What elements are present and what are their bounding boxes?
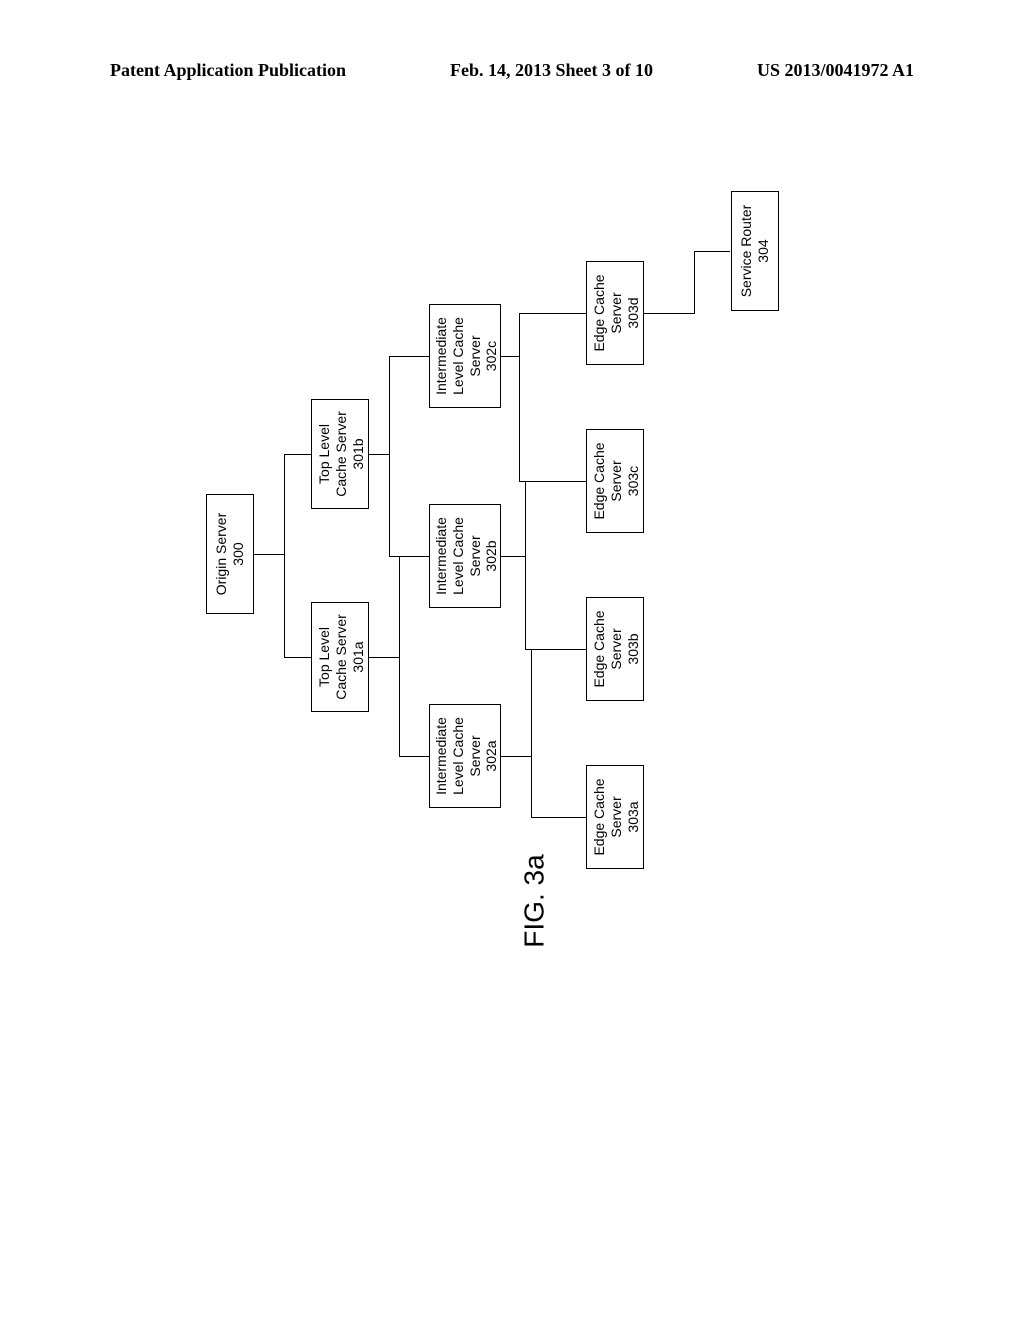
edge-a-l1: Edge Cache	[591, 767, 608, 867]
edge-c-node: Edge Cache Server 303c	[586, 429, 644, 533]
conn	[389, 556, 399, 557]
sr-l2: 304	[755, 194, 772, 308]
sr-l1: Service Router	[738, 194, 755, 308]
conn	[694, 251, 730, 252]
edge-d-l3: 303d	[625, 263, 642, 363]
intermediate-b-node: Intermediate Level Cache Server 302b	[429, 504, 501, 608]
edge-b-l2: Server	[608, 599, 625, 699]
conn	[644, 313, 694, 314]
conn	[501, 756, 531, 757]
top-b-l1: Top Level	[316, 402, 333, 506]
conn	[519, 313, 586, 314]
conn	[519, 313, 520, 482]
mid-b-l2: Level Cache	[450, 506, 467, 606]
conn	[369, 454, 389, 455]
mid-b-l4: 302b	[483, 506, 500, 606]
top-b-l2: Cache Server	[333, 402, 350, 506]
top-a-l3: 301a	[350, 605, 367, 709]
edge-a-l3: 303a	[625, 767, 642, 867]
conn	[389, 356, 390, 557]
intermediate-c-node: Intermediate Level Cache Server 302c	[429, 304, 501, 408]
conn	[531, 649, 532, 818]
origin-l1: Origin Server	[213, 497, 230, 611]
service-router-node: Service Router 304	[731, 191, 779, 311]
edge-d-l2: Server	[608, 263, 625, 363]
mid-a-l3: Server	[467, 706, 484, 806]
top-cache-a-node: Top Level Cache Server 301a	[311, 602, 369, 712]
mid-b-l1: Intermediate	[433, 506, 450, 606]
header-right: US 2013/0041972 A1	[757, 60, 914, 81]
top-b-l3: 301b	[350, 402, 367, 506]
figure-label: FIG. 3a	[519, 854, 551, 947]
conn	[694, 251, 695, 314]
edge-b-node: Edge Cache Server 303b	[586, 597, 644, 701]
conn	[525, 481, 526, 650]
conn	[501, 356, 519, 357]
intermediate-a-node: Intermediate Level Cache Server 302a	[429, 704, 501, 808]
top-a-l1: Top Level	[316, 605, 333, 709]
conn	[399, 556, 400, 757]
mid-c-l3: Server	[467, 306, 484, 406]
mid-a-l2: Level Cache	[450, 706, 467, 806]
conn	[531, 817, 586, 818]
origin-server-node: Origin Server 300	[206, 494, 254, 614]
header-center: Feb. 14, 2013 Sheet 3 of 10	[450, 60, 653, 81]
conn	[369, 657, 399, 658]
edge-c-l2: Server	[608, 431, 625, 531]
edge-a-node: Edge Cache Server 303a	[586, 765, 644, 869]
conn	[284, 454, 312, 455]
top-a-l2: Cache Server	[333, 605, 350, 709]
mid-a-l4: 302a	[483, 706, 500, 806]
edge-c-l3: 303c	[625, 431, 642, 531]
diagram: Origin Server 300 Top Level Cache Server…	[150, 220, 850, 920]
edge-c-l1: Edge Cache	[591, 431, 608, 531]
conn	[525, 481, 586, 482]
conn	[519, 481, 525, 482]
conn	[531, 649, 586, 650]
mid-c-l4: 302c	[483, 306, 500, 406]
conn	[399, 756, 429, 757]
edge-b-l1: Edge Cache	[591, 599, 608, 699]
mid-c-l1: Intermediate	[433, 306, 450, 406]
mid-a-l1: Intermediate	[433, 706, 450, 806]
edge-d-l1: Edge Cache	[591, 263, 608, 363]
mid-b-l3: Server	[467, 506, 484, 606]
edge-a-l2: Server	[608, 767, 625, 867]
origin-l2: 300	[230, 497, 247, 611]
edge-b-l3: 303b	[625, 599, 642, 699]
page-header: Patent Application Publication Feb. 14, …	[0, 60, 1024, 81]
conn	[399, 556, 429, 557]
conn	[284, 657, 312, 658]
conn	[389, 356, 429, 357]
header-left: Patent Application Publication	[110, 60, 346, 81]
conn	[254, 554, 284, 555]
mid-c-l2: Level Cache	[450, 306, 467, 406]
conn	[284, 454, 285, 657]
conn	[525, 649, 531, 650]
conn	[501, 556, 525, 557]
top-cache-b-node: Top Level Cache Server 301b	[311, 399, 369, 509]
edge-d-node: Edge Cache Server 303d	[586, 261, 644, 365]
